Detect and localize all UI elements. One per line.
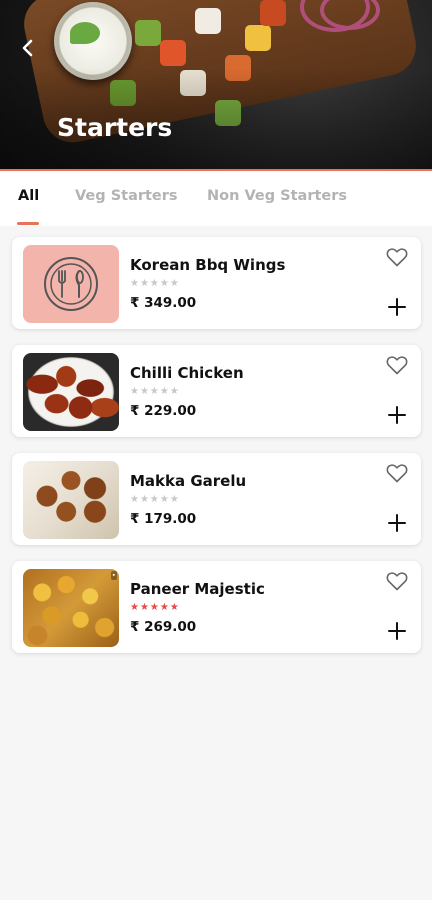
item-name: Makka Garelu: [130, 472, 247, 490]
rating-stars: ★★★★★: [130, 278, 180, 289]
tab-non-veg-starters[interactable]: Non Veg Starters: [207, 188, 347, 204]
add-to-cart-button[interactable]: [387, 621, 407, 641]
heart-outline-icon: [386, 248, 408, 267]
plus-icon: [388, 622, 406, 640]
item-image-placeholder: [23, 245, 119, 323]
item-name: Korean Bbq Wings: [130, 256, 286, 274]
active-tab-indicator: [17, 222, 39, 225]
item-image: [23, 461, 119, 539]
page-title: Starters: [57, 113, 173, 142]
back-button[interactable]: [18, 36, 48, 66]
item-price: ₹ 349.00: [130, 295, 197, 311]
item-image: ▪: [23, 569, 119, 647]
favorite-button[interactable]: [385, 569, 409, 593]
item-price: ₹ 179.00: [130, 511, 197, 527]
add-to-cart-button[interactable]: [387, 405, 407, 425]
add-to-cart-button[interactable]: [387, 513, 407, 533]
plus-icon: [388, 298, 406, 316]
item-price: ₹ 229.00: [130, 403, 197, 419]
plus-icon: [388, 514, 406, 532]
image-watermark: ▪: [110, 571, 117, 580]
heart-outline-icon: [386, 572, 408, 591]
tab-veg-starters[interactable]: Veg Starters: [75, 188, 178, 204]
tab-all[interactable]: All: [18, 188, 39, 204]
item-name: Paneer Majestic: [130, 580, 265, 598]
rating-stars: ★★★★★: [130, 494, 180, 505]
favorite-button[interactable]: [385, 245, 409, 269]
item-price: ₹ 269.00: [130, 619, 197, 635]
category-tabs: All Veg Starters Non Veg Starters: [0, 171, 432, 226]
add-to-cart-button[interactable]: [387, 297, 407, 317]
rating-stars: ★★★★★: [130, 386, 180, 397]
chevron-left-icon: [22, 39, 33, 57]
item-image: [23, 353, 119, 431]
menu-item-card[interactable]: Chilli Chicken ★★★★★ ₹ 229.00: [12, 345, 421, 437]
heart-outline-icon: [386, 356, 408, 375]
rating-stars: ★★★★★: [130, 602, 180, 613]
header-banner: [0, 0, 432, 170]
menu-item-card[interactable]: Korean Bbq Wings ★★★★★ ₹ 349.00: [12, 237, 421, 329]
plus-icon: [388, 406, 406, 424]
cutlery-icon: [44, 257, 98, 311]
heart-outline-icon: [386, 464, 408, 483]
item-name: Chilli Chicken: [130, 364, 244, 382]
favorite-button[interactable]: [385, 353, 409, 377]
menu-item-card[interactable]: Makka Garelu ★★★★★ ₹ 179.00: [12, 453, 421, 545]
favorite-button[interactable]: [385, 461, 409, 485]
menu-item-card[interactable]: ▪ Paneer Majestic ★★★★★ ₹ 269.00: [12, 561, 421, 653]
